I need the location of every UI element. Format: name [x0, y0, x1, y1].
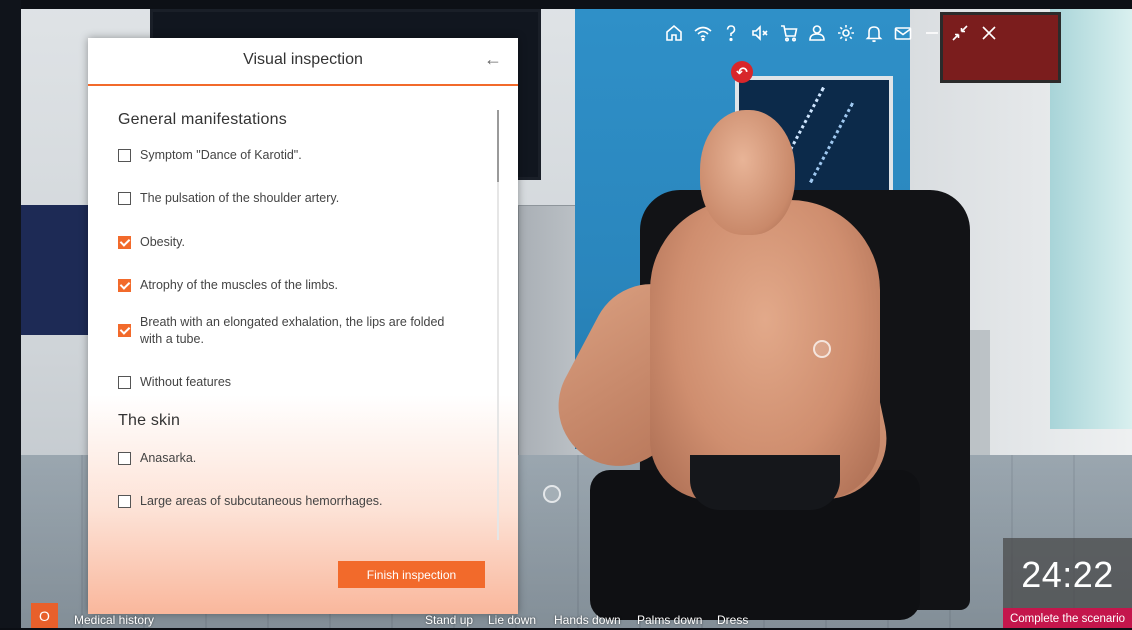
palms-down-button[interactable]: Palms down [637, 613, 702, 627]
visual-inspection-panel: Visual inspection ← General manifestatio… [88, 38, 518, 614]
section-title-skin: The skin [118, 412, 181, 429]
mute-icon[interactable] [746, 20, 775, 46]
checklist-item[interactable]: Without features [118, 374, 528, 398]
home-icon[interactable] [660, 20, 689, 46]
checkbox-checked[interactable] [118, 324, 131, 337]
checkbox[interactable] [118, 376, 131, 389]
bell-icon[interactable] [860, 20, 889, 46]
checklist-item[interactable]: Breath with an elongated exhalation, the… [118, 314, 528, 374]
timer-value: 24:22 [1021, 554, 1114, 595]
checkbox-checked[interactable] [118, 236, 131, 249]
lie-down-button[interactable]: Lie down [488, 613, 536, 627]
checkbox[interactable] [118, 452, 131, 465]
shrink-icon[interactable] [946, 20, 975, 46]
top-strip [0, 0, 1132, 9]
cart-icon[interactable] [774, 20, 803, 46]
dress-button[interactable]: Dress [717, 613, 748, 627]
help-icon[interactable] [717, 20, 746, 46]
section-title-general: General manifestations [118, 111, 287, 128]
hands-down-button[interactable]: Hands down [554, 613, 621, 627]
patient-shorts [690, 455, 840, 510]
scenario-timer: 24:22 [1003, 538, 1132, 608]
checklist-item-label: Without features [140, 375, 232, 389]
checklist-item[interactable]: Anasarka. [118, 450, 528, 493]
checklist-item[interactable]: Atrophy of the muscles of the limbs. [118, 277, 528, 314]
patient-head[interactable] [700, 110, 795, 235]
arrow-left-icon[interactable]: ← [482, 48, 504, 70]
complete-scenario-button[interactable]: Complete the scenario [1003, 608, 1132, 628]
checkbox[interactable] [118, 149, 131, 162]
checklist-item-label: Breath with an elongated exhalation, the… [140, 315, 445, 346]
return-marker-icon[interactable]: ↶ [731, 61, 753, 83]
checklist-item[interactable]: Obesity. [118, 234, 528, 277]
wifi-icon[interactable] [689, 20, 718, 46]
inspection-point-marker[interactable] [543, 485, 561, 503]
settings-icon[interactable] [832, 20, 861, 46]
mail-icon[interactable] [889, 20, 918, 46]
top-toolbar [660, 20, 1003, 46]
checklist-item-label: Large areas of subcutaneous hemorrhages. [140, 494, 383, 508]
inspection-list: General manifestations Symptom "Dance of… [88, 86, 528, 556]
inspection-point-marker[interactable] [813, 340, 831, 358]
panel-header: Visual inspection ← [88, 38, 518, 86]
medical-history-icon[interactable]: O [31, 603, 58, 628]
checklist-item-label: Obesity. [140, 235, 185, 249]
left-strip [0, 0, 21, 628]
checkbox[interactable] [118, 192, 131, 205]
checklist-item-label: Anasarka. [140, 451, 197, 465]
user-icon[interactable] [803, 20, 832, 46]
close-icon[interactable] [975, 20, 1004, 46]
stand-up-button[interactable]: Stand up [425, 613, 473, 627]
checklist-item-label: Symptom "Dance of Karotid". [140, 148, 302, 162]
window-light [1050, 9, 1132, 429]
scrollbar-thumb[interactable] [497, 110, 499, 182]
checklist-item[interactable]: Symptom "Dance of Karotid". [118, 147, 528, 190]
checklist-item[interactable]: The pulsation of the shoulder artery. [118, 190, 528, 234]
checkbox-checked[interactable] [118, 279, 131, 292]
medical-history-link[interactable]: Medical history [74, 613, 154, 627]
bottom-action-bar: O Medical history Stand up Lie down Hand… [21, 603, 1132, 628]
checklist-item[interactable]: Large areas of subcutaneous hemorrhages. [118, 493, 528, 523]
finish-inspection-button[interactable]: Finish inspection [338, 561, 485, 588]
minimize-icon[interactable] [917, 20, 946, 46]
checkbox[interactable] [118, 495, 131, 508]
checklist-item-label: The pulsation of the shoulder artery. [140, 191, 340, 205]
checklist-item-label: Atrophy of the muscles of the limbs. [140, 278, 339, 292]
panel-title: Visual inspection [243, 51, 363, 68]
